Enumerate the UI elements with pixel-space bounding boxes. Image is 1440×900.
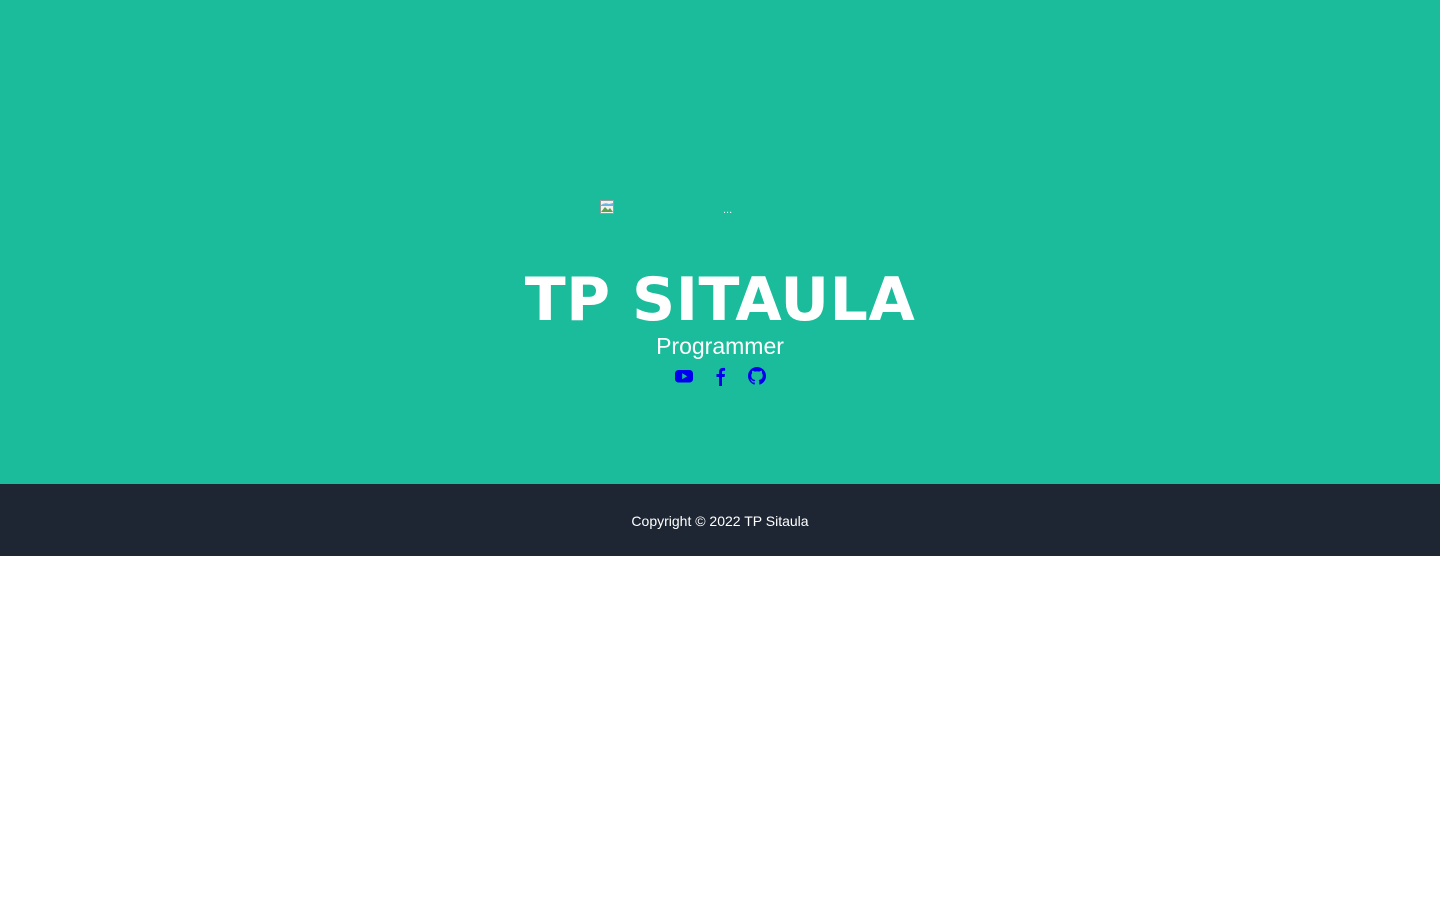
facebook-icon — [716, 367, 726, 386]
profile-image-alt-text: ... — [723, 204, 733, 216]
youtube-icon — [675, 370, 693, 383]
site-title: TP SITAULA — [524, 265, 916, 335]
youtube-link[interactable] — [675, 366, 693, 386]
profile-image: ... — [600, 200, 856, 218]
facebook-link[interactable] — [715, 366, 726, 386]
masthead: ... TP SITAULA Programmer — [0, 0, 1440, 484]
social-links — [0, 366, 1440, 386]
github-icon — [748, 367, 766, 385]
copyright-text: Copyright © 2022 TP Sitaula — [631, 513, 809, 529]
github-link[interactable] — [748, 366, 766, 386]
broken-image-icon — [600, 200, 614, 214]
site-subtitle: Programmer — [656, 333, 784, 359]
footer: Copyright © 2022 TP Sitaula — [0, 484, 1440, 556]
